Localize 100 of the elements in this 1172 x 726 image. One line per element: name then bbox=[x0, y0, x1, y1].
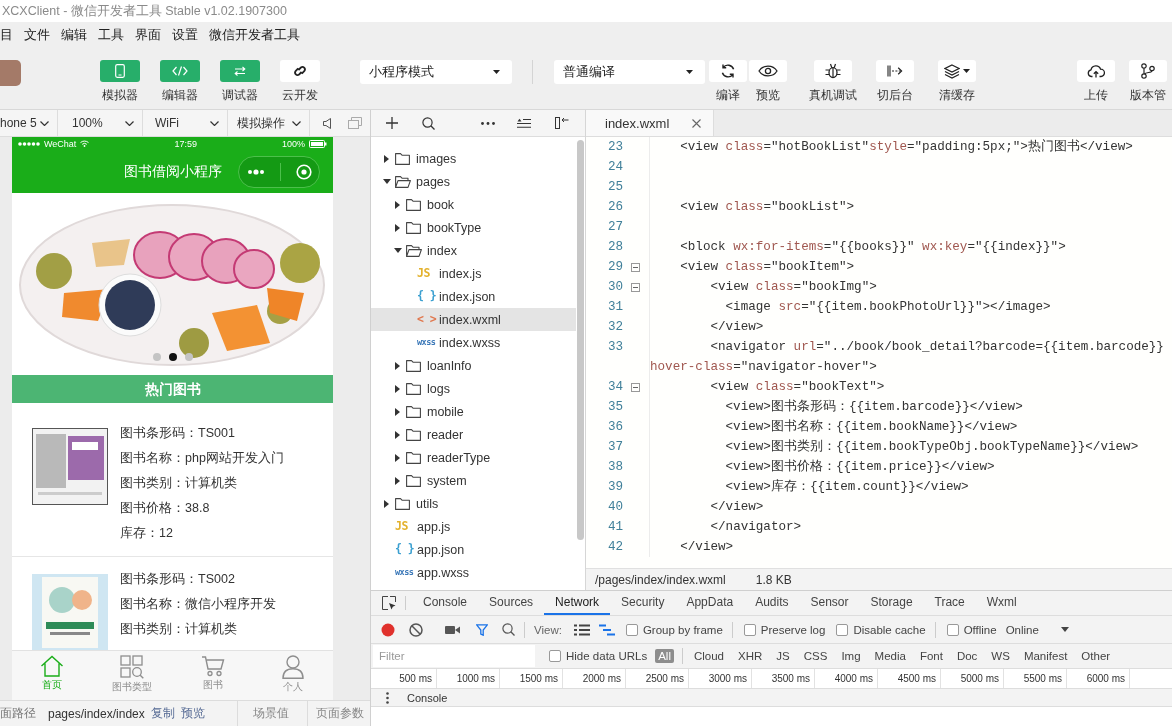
resource-type-filter[interactable]: XHR bbox=[735, 649, 766, 663]
clear-icon[interactable] bbox=[409, 622, 423, 637]
close-icon[interactable] bbox=[692, 118, 701, 128]
book-cover-drawing[interactable] bbox=[32, 574, 108, 650]
tree-item[interactable]: { } app.json bbox=[371, 538, 576, 561]
tree-item[interactable]: { } index.json bbox=[371, 285, 576, 308]
record-icon[interactable] bbox=[381, 622, 395, 637]
checkbox[interactable] bbox=[549, 650, 561, 662]
toolbar-button-label[interactable]: 版本管 bbox=[1130, 88, 1166, 102]
filter-icon[interactable] bbox=[476, 623, 488, 636]
page-dot-icon[interactable] bbox=[168, 353, 177, 361]
panel-toggle-button[interactable] bbox=[220, 60, 260, 82]
resource-type-filter[interactable]: CSS bbox=[800, 649, 831, 663]
more-icon[interactable] bbox=[481, 121, 495, 125]
caret-icon[interactable] bbox=[395, 384, 400, 393]
toolbar-button-label[interactable]: 云开发 bbox=[282, 88, 318, 102]
network-dropdown[interactable]: WiFi bbox=[143, 110, 228, 136]
tree-item[interactable]: utils bbox=[371, 492, 576, 515]
toolbar-icon-button[interactable] bbox=[1129, 60, 1167, 82]
drawer-tab[interactable]: Console bbox=[407, 691, 448, 704]
toolbar-button-label[interactable]: 上传 bbox=[1084, 88, 1108, 102]
tree-item[interactable]: pages bbox=[371, 170, 576, 193]
tree-item[interactable]: images bbox=[371, 147, 576, 170]
toolbar-icon-button[interactable] bbox=[749, 60, 787, 82]
toolbar-button-label[interactable]: 切后台 bbox=[877, 88, 913, 102]
caret-icon[interactable] bbox=[395, 361, 400, 370]
path-action-link[interactable]: 复制 bbox=[150, 705, 175, 722]
devtools-tab[interactable]: Wxml bbox=[975, 591, 1028, 615]
checkbox-label[interactable]: Preserve log bbox=[760, 623, 826, 636]
branch-icon[interactable] bbox=[1141, 63, 1155, 79]
caret-icon[interactable] bbox=[384, 499, 389, 508]
mode-dropdown[interactable]: 小程序模式 bbox=[360, 60, 512, 84]
tree-item[interactable]: wxss index.wxss bbox=[371, 331, 576, 354]
menu-item[interactable]: 文件 bbox=[24, 26, 50, 44]
menu-item[interactable]: 微信开发者工具 bbox=[209, 26, 300, 44]
caret-icon[interactable] bbox=[395, 223, 400, 232]
checkbox-label[interactable]: Group by frame bbox=[642, 623, 723, 636]
tree-item[interactable]: < > index.wxml bbox=[371, 308, 576, 331]
checkbox-label[interactable]: Hide data URLs bbox=[566, 650, 648, 662]
refresh-icon[interactable] bbox=[720, 63, 736, 79]
caret-icon[interactable] bbox=[384, 154, 389, 163]
caret-icon[interactable] bbox=[383, 179, 391, 184]
devtools-tab[interactable]: Security bbox=[610, 591, 676, 615]
panel-toggle-button[interactable] bbox=[160, 60, 200, 82]
toolbar-icon-button[interactable] bbox=[1077, 60, 1115, 82]
menu-item[interactable]: 界面 bbox=[135, 26, 161, 44]
toolbar-icon-button[interactable] bbox=[709, 60, 747, 82]
chevron-down-icon[interactable] bbox=[210, 120, 219, 126]
toolbar-button-label[interactable]: 预览 bbox=[756, 88, 780, 102]
zoom-dropdown[interactable]: 100% bbox=[58, 110, 143, 136]
tree-item[interactable]: wxss app.wxss bbox=[371, 561, 576, 584]
caret-icon[interactable] bbox=[1060, 627, 1069, 632]
layers-icon[interactable] bbox=[944, 63, 960, 79]
devtools-tab[interactable]: Sensor bbox=[799, 591, 860, 615]
checkbox[interactable] bbox=[946, 623, 959, 636]
search-icon[interactable] bbox=[502, 623, 515, 636]
resource-type-filter[interactable]: Font bbox=[916, 649, 946, 663]
search-icon[interactable] bbox=[422, 116, 435, 130]
editor-tab[interactable]: index.wxml bbox=[586, 110, 714, 136]
filter-field[interactable]: Filter bbox=[373, 645, 535, 667]
tree-item[interactable]: system bbox=[371, 469, 576, 492]
cloud-upload-icon[interactable] bbox=[1087, 64, 1105, 78]
caret-icon[interactable] bbox=[395, 430, 400, 439]
tree-item[interactable]: book bbox=[371, 193, 576, 216]
fold-icon[interactable] bbox=[631, 382, 640, 392]
caret-icon[interactable] bbox=[395, 476, 400, 485]
bug-icon[interactable] bbox=[825, 63, 841, 79]
resource-type-filter[interactable]: Img bbox=[838, 649, 864, 663]
checkbox-label[interactable]: Offline bbox=[963, 623, 997, 636]
resource-type-filter[interactable]: Doc bbox=[953, 649, 981, 663]
menu-item[interactable]: 编辑 bbox=[61, 26, 87, 44]
list-view-icon[interactable] bbox=[573, 623, 590, 636]
operation-dropdown[interactable]: 模拟操作 bbox=[228, 110, 310, 136]
devtools-tab[interactable]: Console bbox=[412, 591, 479, 615]
tree-item[interactable]: index bbox=[371, 239, 576, 262]
toolbar-button-label[interactable]: 调试器 bbox=[222, 88, 258, 102]
tree-item[interactable]: logs bbox=[371, 377, 576, 400]
caret-icon[interactable] bbox=[395, 200, 400, 209]
book-cover-drawing[interactable] bbox=[32, 428, 108, 505]
tree-item[interactable]: loanInfo bbox=[371, 354, 576, 377]
video-camera-icon[interactable] bbox=[445, 624, 460, 635]
more-vertical-icon[interactable] bbox=[386, 691, 389, 704]
toolbar-button-label[interactable]: 模拟器 bbox=[102, 88, 138, 102]
caret-icon[interactable] bbox=[493, 70, 500, 74]
path-action-link[interactable]: 预览 bbox=[180, 705, 205, 722]
speaker-icon[interactable] bbox=[323, 117, 331, 129]
checkbox[interactable] bbox=[625, 623, 638, 636]
toolbar-button-label[interactable]: 真机调试 bbox=[809, 88, 857, 102]
menu-item[interactable]: 目 bbox=[0, 26, 13, 44]
sort-icon[interactable] bbox=[517, 118, 531, 128]
throttling-dropdown[interactable]: Online bbox=[1005, 623, 1069, 636]
resource-type-filter[interactable]: JS bbox=[773, 649, 793, 663]
caret-icon[interactable] bbox=[686, 70, 693, 74]
eye-icon[interactable] bbox=[758, 65, 778, 77]
tree-item[interactable]: JS index.js bbox=[371, 262, 576, 285]
caret-icon[interactable] bbox=[963, 69, 970, 73]
tree-item[interactable]: readerType bbox=[371, 446, 576, 469]
checkbox[interactable] bbox=[743, 623, 756, 636]
devtools-tab[interactable]: Audits bbox=[744, 591, 800, 615]
target-icon[interactable] bbox=[295, 163, 312, 180]
